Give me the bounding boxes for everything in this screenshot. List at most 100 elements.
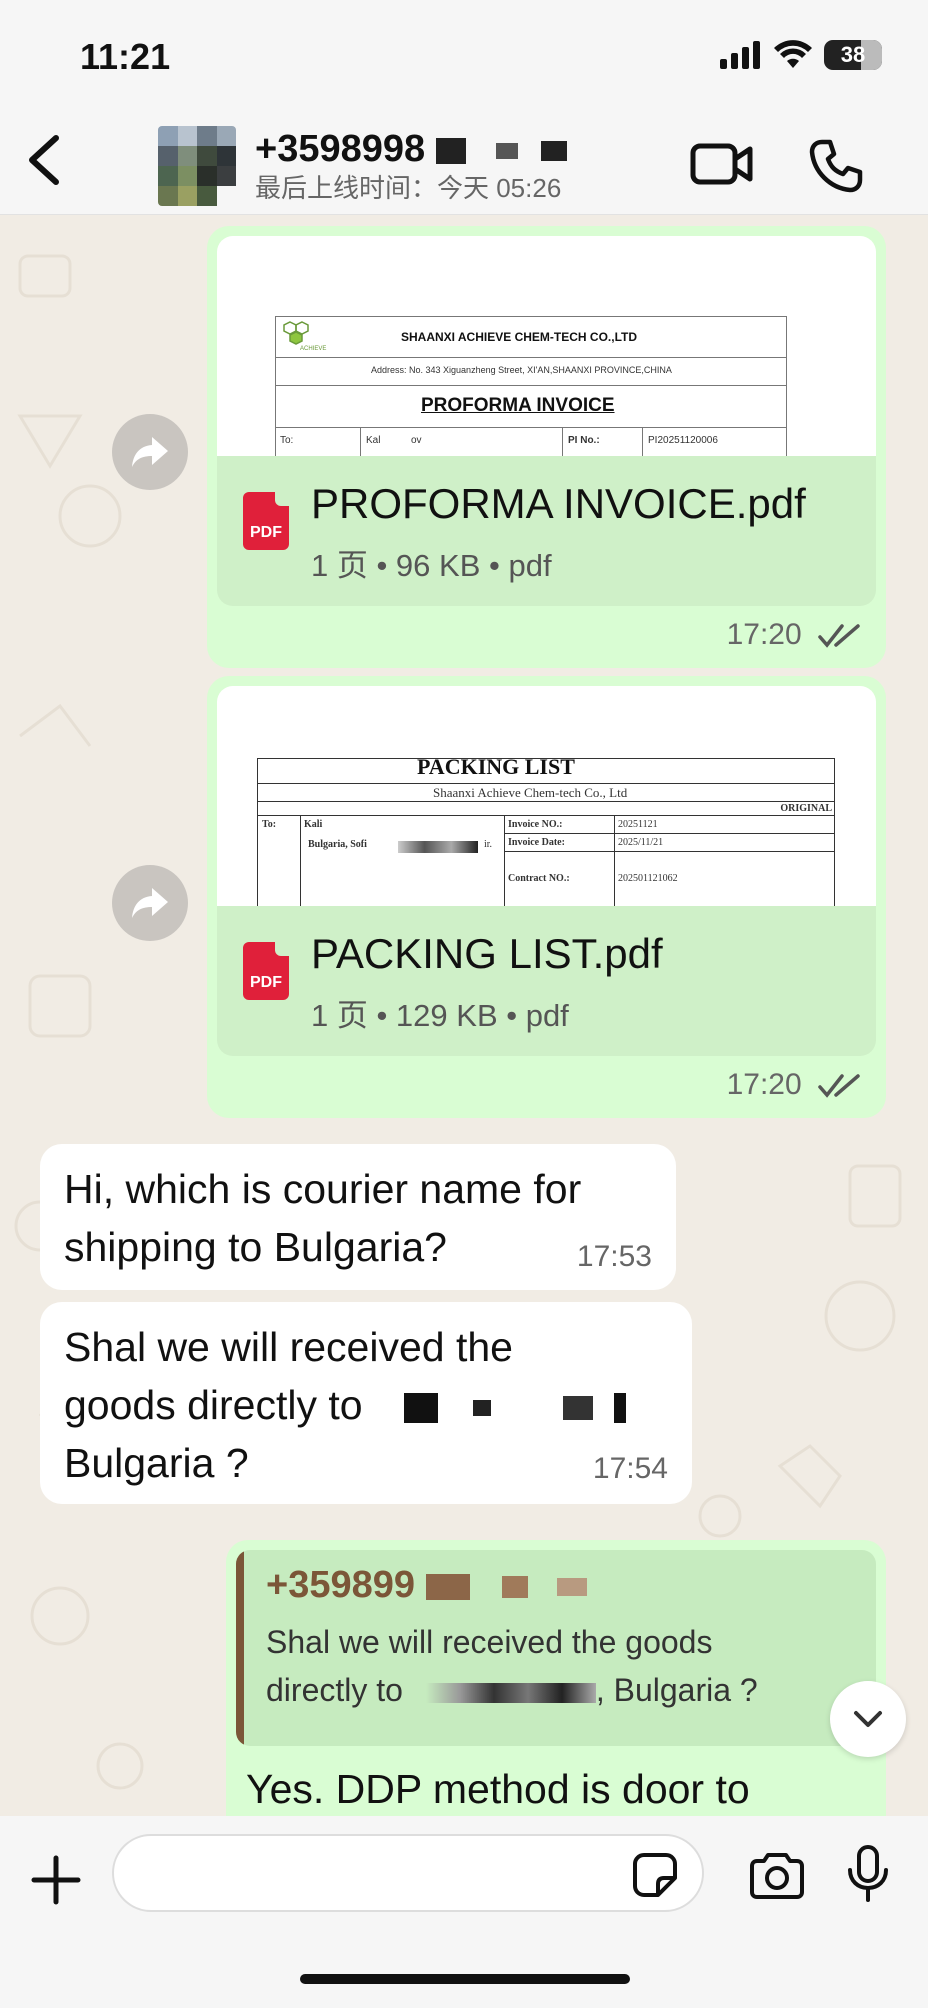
redacted-block (473, 1400, 492, 1417)
document-preview[interactable]: PACKING LIST Shaanxi Achieve Chem-tech C… (217, 686, 876, 906)
message-outgoing-reply[interactable]: +359899 Shal we will received the goods … (226, 1540, 886, 1816)
preview-pi-label: PI No.: (568, 435, 600, 446)
message-line: Hi, which is courier name for (64, 1166, 582, 1212)
preview-original: ORIGINAL (780, 803, 832, 814)
document-info[interactable]: PDF PROFORMA INVOICE.pdf 1 页 • 96 KB • p… (217, 456, 876, 606)
preview-to-value: Kal (366, 435, 381, 446)
document-info[interactable]: PDF PACKING LIST.pdf 1 页 • 129 KB • pdf (217, 906, 876, 1056)
redacted-block (403, 1393, 438, 1424)
back-button[interactable] (18, 130, 68, 190)
forward-arrow-icon (132, 888, 168, 918)
pdf-file-icon: PDF (243, 492, 289, 550)
status-time: 11:21 (80, 36, 171, 77)
redacted-block (562, 1396, 593, 1421)
message-incoming-text[interactable]: Hi, which is courier name for shipping t… (40, 1144, 676, 1290)
sticker-button[interactable] (632, 1852, 678, 1898)
video-camera-icon (690, 143, 753, 185)
message-document-proforma[interactable]: ACHIEVE SHAANXI ACHIEVE CHEM-TECH CO.,LT… (207, 226, 886, 668)
preview-to-value-end: ov (411, 435, 422, 446)
chat-area[interactable]: ACHIEVE SHAANXI ACHIEVE CHEM-TECH CO.,LT… (0, 216, 928, 1816)
chevron-down-icon (854, 1711, 882, 1727)
document-preview[interactable]: ACHIEVE SHAANXI ACHIEVE CHEM-TECH CO.,LT… (217, 236, 876, 456)
message-text: Hi, which is courier name for shipping t… (64, 1160, 581, 1276)
preview-invoice-date: 2025/11/21 (618, 837, 664, 848)
preview-to-value: Kali (304, 819, 323, 830)
forward-arrow-icon (132, 437, 168, 467)
voice-call-button[interactable] (808, 138, 864, 194)
quote-line-text: directly to (266, 1672, 403, 1708)
preview-address: Address: No. 343 Xiguanzheng Street, XI'… (371, 365, 672, 375)
preview-to-label: To: (262, 819, 277, 830)
message-text: Shal we will received the goods directly… (64, 1318, 627, 1492)
message-document-packing-list[interactable]: PACKING LIST Shaanxi Achieve Chem-tech C… (207, 676, 886, 1118)
battery-icon: 38 (824, 40, 882, 70)
preview-company: Shaanxi Achieve Chem-tech Co., Ltd (433, 785, 628, 800)
preview-invoice-no-label: Invoice NO.: (508, 819, 563, 830)
message-time: 17:53 (576, 1240, 652, 1273)
last-seen-status: 最后上线时间：今天 05:26 (255, 173, 562, 203)
microphone-icon (848, 1845, 888, 1902)
quote-line-text: , Bulgaria ? (595, 1672, 758, 1708)
chat-header: +3598998 最后上线时间：今天 05:26 (0, 110, 928, 215)
microphone-button[interactable] (846, 1844, 890, 1904)
plus-icon (31, 1855, 81, 1905)
status-bar: 11:21 38 (0, 0, 928, 110)
preview-heading: PROFORMA INVOICE (421, 395, 615, 416)
double-check-icon (818, 1074, 860, 1098)
wifi-icon (774, 40, 812, 68)
document-meta: 1 页 • 129 KB • pdf (311, 998, 569, 1033)
redacted-block (425, 1682, 596, 1703)
preview-to-value-2: Bulgaria, Sofi (308, 839, 367, 850)
message-line-text: goods directly to (64, 1382, 363, 1428)
document-name: PACKING LIST.pdf (311, 930, 663, 977)
contact-name[interactable]: +3598998 (255, 128, 567, 171)
pdf-file-icon: PDF (243, 942, 289, 1000)
quote-author-text: +359899 (266, 1564, 415, 1606)
quote-line: directly to , Bulgaria ? (266, 1666, 758, 1714)
avatar[interactable] (158, 126, 236, 206)
phone-icon (809, 139, 863, 193)
quoted-message[interactable]: +359899 Shal we will received the goods … (236, 1550, 876, 1746)
home-indicator (300, 1974, 630, 1984)
logo-text: ACHIEVE (300, 346, 326, 352)
pdf-label: PDF (250, 524, 282, 541)
camera-button[interactable] (748, 1852, 806, 1900)
battery-level: 38 (840, 42, 866, 67)
company-logo: ACHIEVE (282, 320, 334, 352)
camera-icon (750, 1853, 804, 1899)
preview-to-label: To: (280, 435, 294, 446)
sticker-icon (633, 1853, 677, 1897)
pdf-label: PDF (250, 974, 282, 991)
attach-button[interactable] (28, 1852, 84, 1908)
document-meta: 1 页 • 96 KB • pdf (311, 548, 552, 583)
message-line: Bulgaria ? (64, 1440, 249, 1486)
message-composer (0, 1816, 928, 2008)
scroll-to-bottom-button[interactable] (830, 1681, 906, 1757)
quote-text: Shal we will received the goods directly… (266, 1618, 758, 1714)
quote-line: Shal we will received the goods (266, 1624, 713, 1660)
message-text: Yes. DDP method is door to (246, 1766, 750, 1812)
message-line: shipping to Bulgaria? (64, 1224, 447, 1270)
redacted-block (435, 137, 466, 164)
message-line: goods directly to (64, 1376, 627, 1434)
signal-icon (720, 41, 760, 69)
quote-accent-bar (236, 1550, 244, 1746)
contact-name-text: +3598998 (255, 128, 426, 170)
preview-pi-value: PI20251120006 (648, 435, 718, 446)
status-icons: 38 (720, 40, 882, 70)
message-incoming-text[interactable]: Shal we will received the goods directly… (40, 1302, 692, 1504)
forward-button[interactable] (112, 414, 188, 490)
video-call-button[interactable] (690, 140, 754, 188)
preview-invoice-date-label: Invoice Date: (508, 837, 565, 848)
redacted-block (496, 142, 519, 159)
redacted-block (614, 1393, 627, 1424)
message-input[interactable] (112, 1834, 704, 1912)
message-line: Shal we will received the (64, 1324, 513, 1370)
forward-button[interactable] (112, 865, 188, 941)
redacted-block (540, 140, 567, 161)
message-time: 17:54 (592, 1452, 668, 1485)
document-name: PROFORMA INVOICE.pdf (311, 480, 806, 527)
redacted-block (502, 1575, 529, 1598)
redacted-block (556, 1577, 587, 1596)
preview-contract-no-label: Contract NO.: (508, 873, 570, 884)
